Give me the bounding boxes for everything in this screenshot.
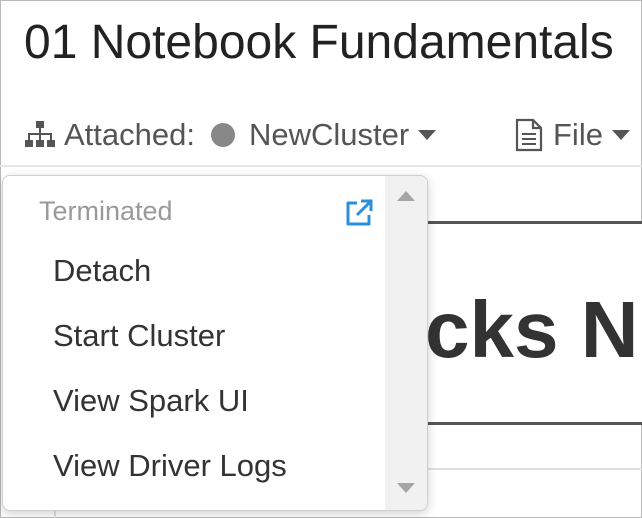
cluster-status-dot [210, 123, 235, 147]
file-menu[interactable]: File [515, 108, 631, 162]
cluster-status-label: Terminated [39, 196, 173, 226]
file-label: File [553, 117, 603, 152]
attached-label: Attached: [64, 117, 195, 152]
caret-down-icon [611, 129, 631, 141]
notebook-toolbar: Attached: NewCluster File [0, 108, 642, 162]
toolbar-divider [0, 165, 642, 167]
scroll-down-icon[interactable] [396, 482, 416, 494]
scroll-up-icon[interactable] [396, 190, 416, 202]
menu-item-detach[interactable]: Detach [53, 253, 151, 289]
external-link-icon[interactable] [343, 197, 375, 229]
menu-item-view-driver-logs[interactable]: View Driver Logs [53, 448, 287, 484]
file-icon [515, 118, 543, 152]
menu-item-view-spark-ui[interactable]: View Spark UI [53, 383, 249, 419]
cluster-selector[interactable]: Attached: NewCluster [24, 108, 437, 162]
menu-scrollbar[interactable] [385, 176, 427, 510]
caret-down-icon [417, 129, 437, 141]
cell-heading: cks N [425, 285, 639, 374]
cluster-name: NewCluster [248, 117, 410, 152]
cluster-hierarchy-icon [24, 120, 56, 150]
notebook-title[interactable]: 01 Notebook Fundamentals [24, 14, 614, 72]
cell-divider [425, 468, 642, 470]
cluster-dropdown-menu: Terminated Detach Start Cluster View Spa… [2, 175, 428, 511]
menu-item-start-cluster[interactable]: Start Cluster [53, 318, 225, 354]
